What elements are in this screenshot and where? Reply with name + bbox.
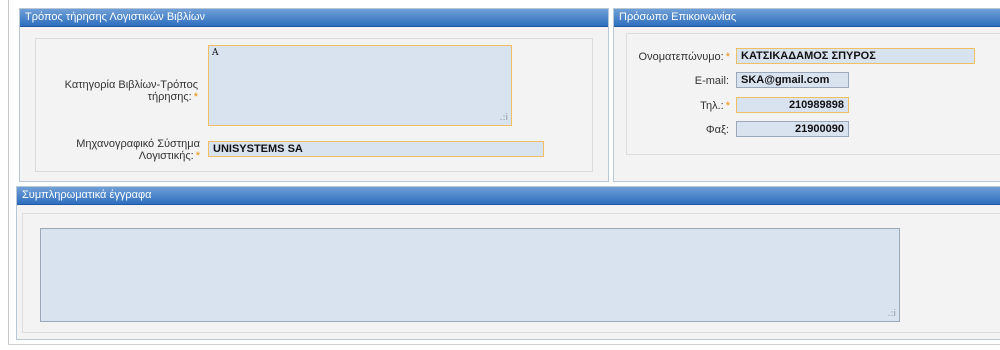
books-fieldset: Κατηγορία Βιβλίων-Τρόπος τήρησης: * A .:i… <box>35 38 593 172</box>
fax-label-text: Φαξ: <box>705 124 729 136</box>
email-label: E-mail: <box>627 75 729 87</box>
required-mark: * <box>195 150 200 162</box>
required-mark: * <box>725 51 730 63</box>
email-label-text: E-mail: <box>694 75 729 87</box>
contact-panel-header: Πρόσωπο Επικοινωνίας <box>614 9 1000 27</box>
books-panel-header: Τρόπος τήρησης Λογιστικών Βιβλίων <box>20 9 608 27</box>
name-label: Ονοματεπώνυμο: * <box>627 51 730 63</box>
required-mark: * <box>725 100 730 112</box>
contact-panel: Πρόσωπο Επικοινωνίας Ονοματεπώνυμο: * ΚΑΤ… <box>613 8 1000 182</box>
phone-label-text: Τηλ.: <box>700 100 724 112</box>
documents-panel-header: Συμπληρωματικά έγγραφα <box>17 187 1000 205</box>
page-left-border <box>8 0 9 345</box>
software-field[interactable]: UNISYSTEMS SA <box>208 141 544 157</box>
fax-label: Φαξ: <box>627 124 729 136</box>
software-label-text: Μηχανογραφικό Σύστημα Λογιστικής: <box>76 138 200 162</box>
books-panel: Τρόπος τήρησης Λογιστικών Βιβλίων Κατηγο… <box>19 8 609 182</box>
required-mark: * <box>193 91 198 103</box>
software-label: Μηχανογραφικό Σύστημα Λογιστικής: * <box>46 138 200 162</box>
resize-grip-icon[interactable]: .:i <box>500 113 508 123</box>
fax-field[interactable]: 21900090 <box>736 121 849 137</box>
name-label-text: Ονοματεπώνυμο: <box>638 51 724 63</box>
documents-fieldset: .:i <box>22 213 1000 333</box>
category-value: A <box>212 48 219 58</box>
contact-fieldset: Ονοματεπώνυμο: * ΚΑΤΣΙΚΑΔΑΜΟΣ ΣΠΥΡΟΣ E-ma… <box>626 33 1000 155</box>
category-label-text: Κατηγορία Βιβλίων-Τρόπος τήρησης: <box>64 79 198 103</box>
category-label: Κατηγορία Βιβλίων-Τρόπος τήρησης: * <box>46 79 198 103</box>
category-textarea[interactable]: A .:i <box>208 45 512 126</box>
phone-label: Τηλ.: * <box>627 100 730 112</box>
documents-textarea[interactable]: .:i <box>40 228 900 322</box>
name-field[interactable]: ΚΑΤΣΙΚΑΔΑΜΟΣ ΣΠΥΡΟΣ <box>736 48 975 64</box>
page-bottom-border <box>8 344 1000 345</box>
documents-panel: Συμπληρωματικά έγγραφα .:i <box>16 186 1000 340</box>
phone-field[interactable]: 210989898 <box>736 97 849 113</box>
resize-grip-icon[interactable]: .:i <box>888 309 896 319</box>
email-field[interactable]: SKA@gmail.com <box>736 72 849 88</box>
